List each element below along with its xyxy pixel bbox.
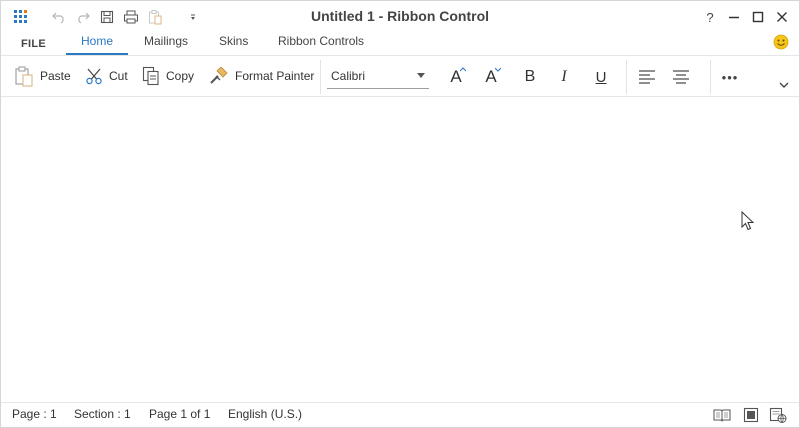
web-layout-icon[interactable] [769,406,787,424]
quick-access-toolbar [11,7,207,27]
ribbon-separator [710,60,711,94]
title-bar: Untitled 1 - Ribbon Control ? [1,1,799,31]
underline-button[interactable]: U [590,66,612,88]
tab-ribbon-controls[interactable]: Ribbon Controls [278,31,364,55]
ribbon-separator [320,60,321,94]
status-page: Page : 1 [12,407,57,421]
caret-up-icon [460,67,466,72]
tab-skins[interactable]: Skins [219,31,248,55]
window-controls: ? [697,7,793,27]
chevron-down-icon [417,73,425,78]
read-mode-icon[interactable] [713,406,731,424]
customize-qat-icon[interactable] [183,7,203,27]
print-icon[interactable] [121,7,141,27]
paste-icon [15,66,33,87]
copy-label: Copy [166,69,195,83]
close-icon[interactable] [771,7,793,27]
align-left-button[interactable] [636,66,658,88]
ribbon-separator [626,60,627,94]
format-painter-button[interactable]: Format Painter [209,56,314,96]
shrink-font-button[interactable]: A [480,66,502,88]
ribbon-home: Paste Cut Copy Format Painter Calibri A … [1,55,799,97]
document-canvas[interactable] [1,98,799,401]
status-language: English (U.S.) [228,407,303,421]
more-options-button[interactable]: ••• [717,66,743,88]
copy-button[interactable]: Copy [142,56,194,96]
undo-icon[interactable] [49,7,69,27]
app-window: Untitled 1 - Ribbon Control ? FILE Home … [0,0,800,428]
app-grid-icon[interactable] [11,7,31,27]
italic-button[interactable]: I [553,66,575,88]
help-icon[interactable]: ? [699,7,721,27]
format-painter-label: Format Painter [235,69,315,83]
format-painter-icon [210,67,228,84]
maximize-icon[interactable] [747,7,769,27]
italic-glyph: I [561,68,567,85]
clipboard-icon[interactable] [145,7,165,27]
paste-button[interactable]: Paste [14,56,71,96]
ribbon-tabs: FILE Home Mailings Skins Ribbon Controls [1,31,799,55]
mouse-cursor-icon [741,210,755,234]
copy-icon [142,66,159,86]
cut-label: Cut [109,69,128,83]
save-icon[interactable] [97,7,117,27]
help-label: ? [706,9,714,25]
font-family-value: Calibri [331,69,366,83]
collapse-ribbon-icon[interactable] [779,78,789,92]
status-bar: Page : 1 Section : 1 Page 1 of 1 English… [1,402,799,427]
print-layout-icon[interactable] [742,406,760,424]
smiley-icon[interactable] [773,34,789,50]
grow-font-button[interactable]: A [445,66,467,88]
tab-mailings[interactable]: Mailings [144,31,188,55]
minimize-icon[interactable] [723,7,745,27]
scissors-icon [86,68,102,85]
align-center-button[interactable] [670,66,692,88]
tab-home[interactable]: Home [66,31,128,55]
align-center-icon [673,70,689,84]
status-page-of: Page 1 of 1 [149,407,211,421]
cut-button[interactable]: Cut [85,56,128,96]
paste-label: Paste [40,69,71,83]
caret-down-icon [495,67,501,72]
font-family-combo[interactable]: Calibri [327,65,429,89]
align-left-icon [639,70,655,84]
bold-glyph: B [524,68,536,85]
underline-glyph: U [595,68,607,86]
status-section: Section : 1 [74,407,131,421]
bold-button[interactable]: B [519,66,541,88]
more-options-glyph: ••• [721,69,739,85]
redo-icon[interactable] [73,7,93,27]
